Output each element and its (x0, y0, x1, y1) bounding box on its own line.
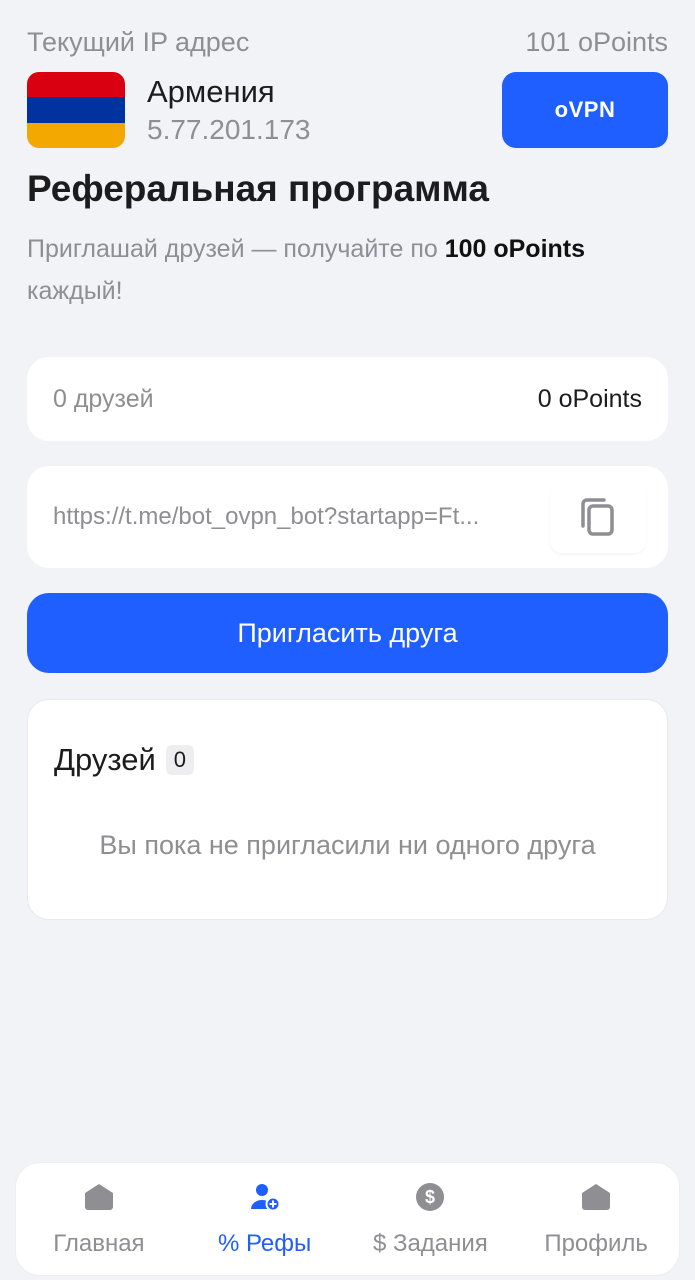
friends-title: Друзей (54, 742, 156, 777)
subtitle-reward: 100 oPoints (444, 235, 586, 263)
tab-profile-label: Профиль (544, 1230, 648, 1257)
tab-tasks-label: $ Задания (372, 1230, 488, 1257)
tab-tasks[interactable]: $ $ Задания (350, 1180, 510, 1258)
referral-link-card: https://t.me/bot_ovpn_bot?startapp=Ft... (27, 466, 668, 568)
referral-page: Текущий IP адрес 101 oPoints Армения 5.7… (0, 0, 695, 1280)
friends-count-badge: 0 (165, 745, 194, 775)
page-title: Реферальная программа (27, 168, 489, 209)
friends-card: Друзей 0 Вы пока не пригласили ни одного… (27, 699, 668, 920)
ip-header: Текущий IP адрес 101 oPoints (27, 24, 668, 60)
tab-home[interactable]: Главная (19, 1180, 179, 1258)
location-info: Армения 5.77.201.173 (147, 72, 502, 148)
current-ip-label: Текущий IP адрес (27, 27, 250, 57)
tab-profile[interactable]: Профиль (516, 1180, 676, 1258)
referral-link[interactable]: https://t.me/bot_ovpn_bot?startapp=Ft... (53, 503, 550, 531)
country-name: Армения (147, 74, 275, 109)
balance-label: 101 oPoints (525, 27, 668, 57)
page-subtitle: Приглашай друзей — получайте по 100 oPoi… (27, 228, 635, 312)
friends-count: 0 друзей (53, 384, 154, 413)
referral-stats-card: 0 друзей 0 oPoints (27, 357, 668, 441)
subtitle-text: Приглашай друзей — получайте по (27, 235, 445, 263)
tab-referrals-label: % Рефы (217, 1230, 312, 1257)
user-add-icon (250, 1180, 280, 1214)
friends-empty-text: Вы пока не пригласили ни одного друга (99, 830, 596, 860)
tab-referrals[interactable]: % Рефы (185, 1180, 345, 1258)
points-earned: 0 oPoints (537, 384, 642, 413)
home-icon (581, 1180, 611, 1214)
svg-text:$: $ (425, 1187, 435, 1207)
ovpn-button[interactable]: oVPN (502, 72, 668, 148)
home-icon (84, 1180, 114, 1214)
armenia-flag-icon (27, 72, 125, 148)
bottom-tab-bar: Главная % Рефы $ $ Задания Профиль (16, 1163, 679, 1275)
location-row: Армения 5.77.201.173 oVPN (27, 72, 668, 148)
ip-address: 5.77.201.173 (147, 114, 311, 145)
subtitle-tail: каждый! (27, 277, 123, 305)
friends-header: Друзей 0 (54, 742, 194, 778)
tab-home-label: Главная (53, 1230, 145, 1257)
copy-button[interactable] (550, 481, 646, 553)
copy-icon (581, 498, 614, 536)
invite-friend-button[interactable]: Пригласить друга (27, 593, 668, 673)
dollar-icon: $ (415, 1180, 445, 1214)
